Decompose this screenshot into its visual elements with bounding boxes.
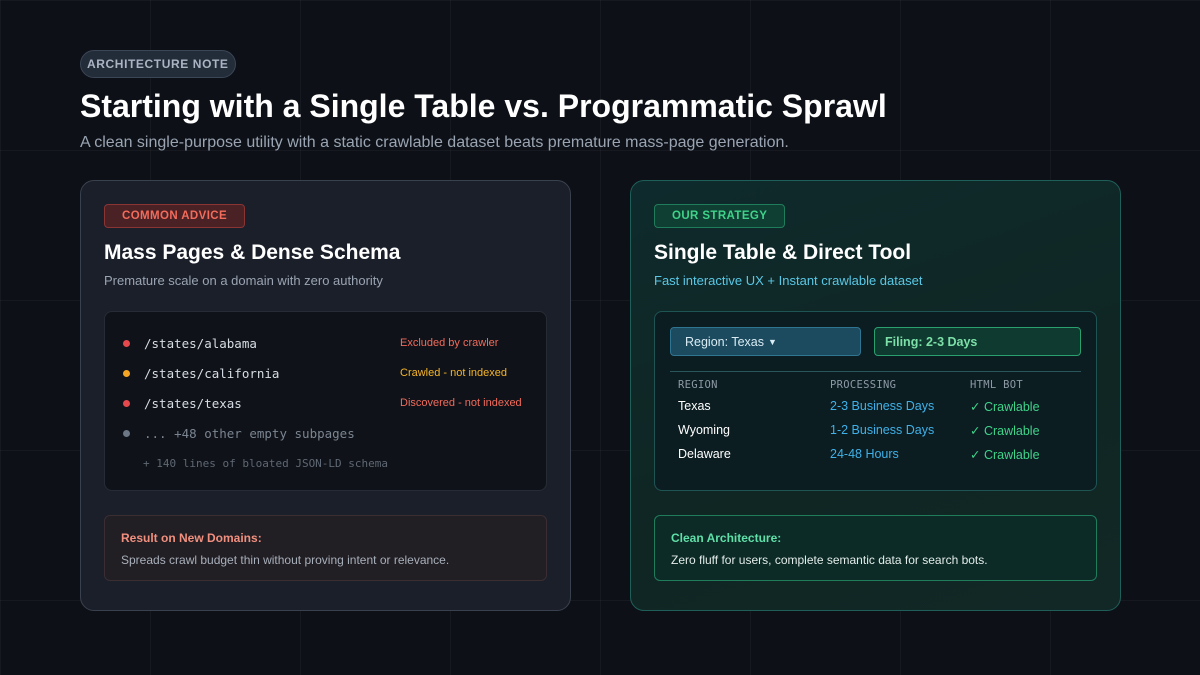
column-header-processing: PROCESSING xyxy=(830,379,897,391)
result-box: Result on New Domains: Spreads crawl bud… xyxy=(104,515,547,581)
tool-panel: Region: Texas ▼ Filing: 2-3 Days REGION … xyxy=(654,311,1097,491)
card-description: Fast interactive UX + Instant crawlable … xyxy=(654,273,923,288)
list-item: /states/texas Discovered - not indexed xyxy=(123,393,533,413)
table-cell-html-bot: ✓ Crawlable xyxy=(970,448,1040,462)
status-dot-icon xyxy=(123,399,130,407)
list-item: ... +48 other empty subpages xyxy=(123,423,533,443)
page-subtitle: A clean single-purpose utility with a st… xyxy=(80,134,789,151)
column-header-region: REGION xyxy=(678,379,718,391)
table-cell-html-bot: ✓ Crawlable xyxy=(970,400,1040,414)
table-cell-processing: 2-3 Business Days xyxy=(830,399,935,413)
result-title: Result on New Domains: xyxy=(121,531,262,545)
architecture-box: Clean Architecture: Zero fluff for users… xyxy=(654,515,1097,581)
list-item: /states/alabama Excluded by crawler xyxy=(123,333,533,353)
page-title: Starting with a Single Table vs. Program… xyxy=(80,88,887,124)
table-cell-region: Delaware xyxy=(678,447,731,461)
table-cell-html-bot: ✓ Crawlable xyxy=(970,424,1040,438)
status-dot-icon xyxy=(123,339,130,347)
table-divider xyxy=(670,371,1081,372)
crawl-status: Excluded by crawler xyxy=(400,337,499,349)
list-item: /states/california Crawled - not indexed xyxy=(123,363,533,383)
card-description: Premature scale on a domain with zero au… xyxy=(104,273,383,288)
region-select[interactable]: Region: Texas ▼ xyxy=(670,327,861,356)
column-header-html-bot: HTML BOT xyxy=(970,379,1023,391)
crawl-status: Crawled - not indexed xyxy=(400,367,508,379)
status-dot-icon xyxy=(123,429,130,437)
our-strategy-pill: OUR STRATEGY xyxy=(654,204,786,228)
filing-badge: Filing: 2-3 Days xyxy=(874,327,1081,356)
card-title: Mass Pages & Dense Schema xyxy=(104,241,401,264)
caret-down-icon: ▼ xyxy=(768,336,777,347)
url-path: /states/texas xyxy=(144,395,242,411)
table-cell-region: Wyoming xyxy=(678,423,730,437)
region-select-label: Region: Texas xyxy=(685,334,764,349)
result-text: Spreads crawl budget thin without provin… xyxy=(121,553,450,567)
url-path: /states/california xyxy=(144,365,280,381)
card-title: Single Table & Direct Tool xyxy=(654,241,912,264)
table-cell-region: Texas xyxy=(678,399,711,413)
architecture-text: Zero fluff for users, complete semantic … xyxy=(671,553,988,567)
our-strategy-card: OUR STRATEGY Single Table & Direct Tool … xyxy=(630,180,1121,611)
crawl-status: Discovered - not indexed xyxy=(400,397,522,409)
table-cell-processing: 1-2 Business Days xyxy=(830,423,935,437)
url-path: /states/alabama xyxy=(144,335,257,351)
status-dot-icon xyxy=(123,369,130,377)
architecture-note-badge: ARCHITECTURE NOTE xyxy=(80,50,236,78)
crawl-status-panel: /states/alabama Excluded by crawler /sta… xyxy=(104,311,547,491)
url-path: ... +48 other empty subpages xyxy=(144,425,355,441)
schema-note: + 140 lines of bloated JSON-LD schema xyxy=(143,457,389,470)
architecture-title: Clean Architecture: xyxy=(671,531,782,545)
common-advice-pill: COMMON ADVICE xyxy=(104,204,246,228)
common-advice-card: COMMON ADVICE Mass Pages & Dense Schema … xyxy=(80,180,571,611)
table-cell-processing: 24-48 Hours xyxy=(830,447,899,461)
